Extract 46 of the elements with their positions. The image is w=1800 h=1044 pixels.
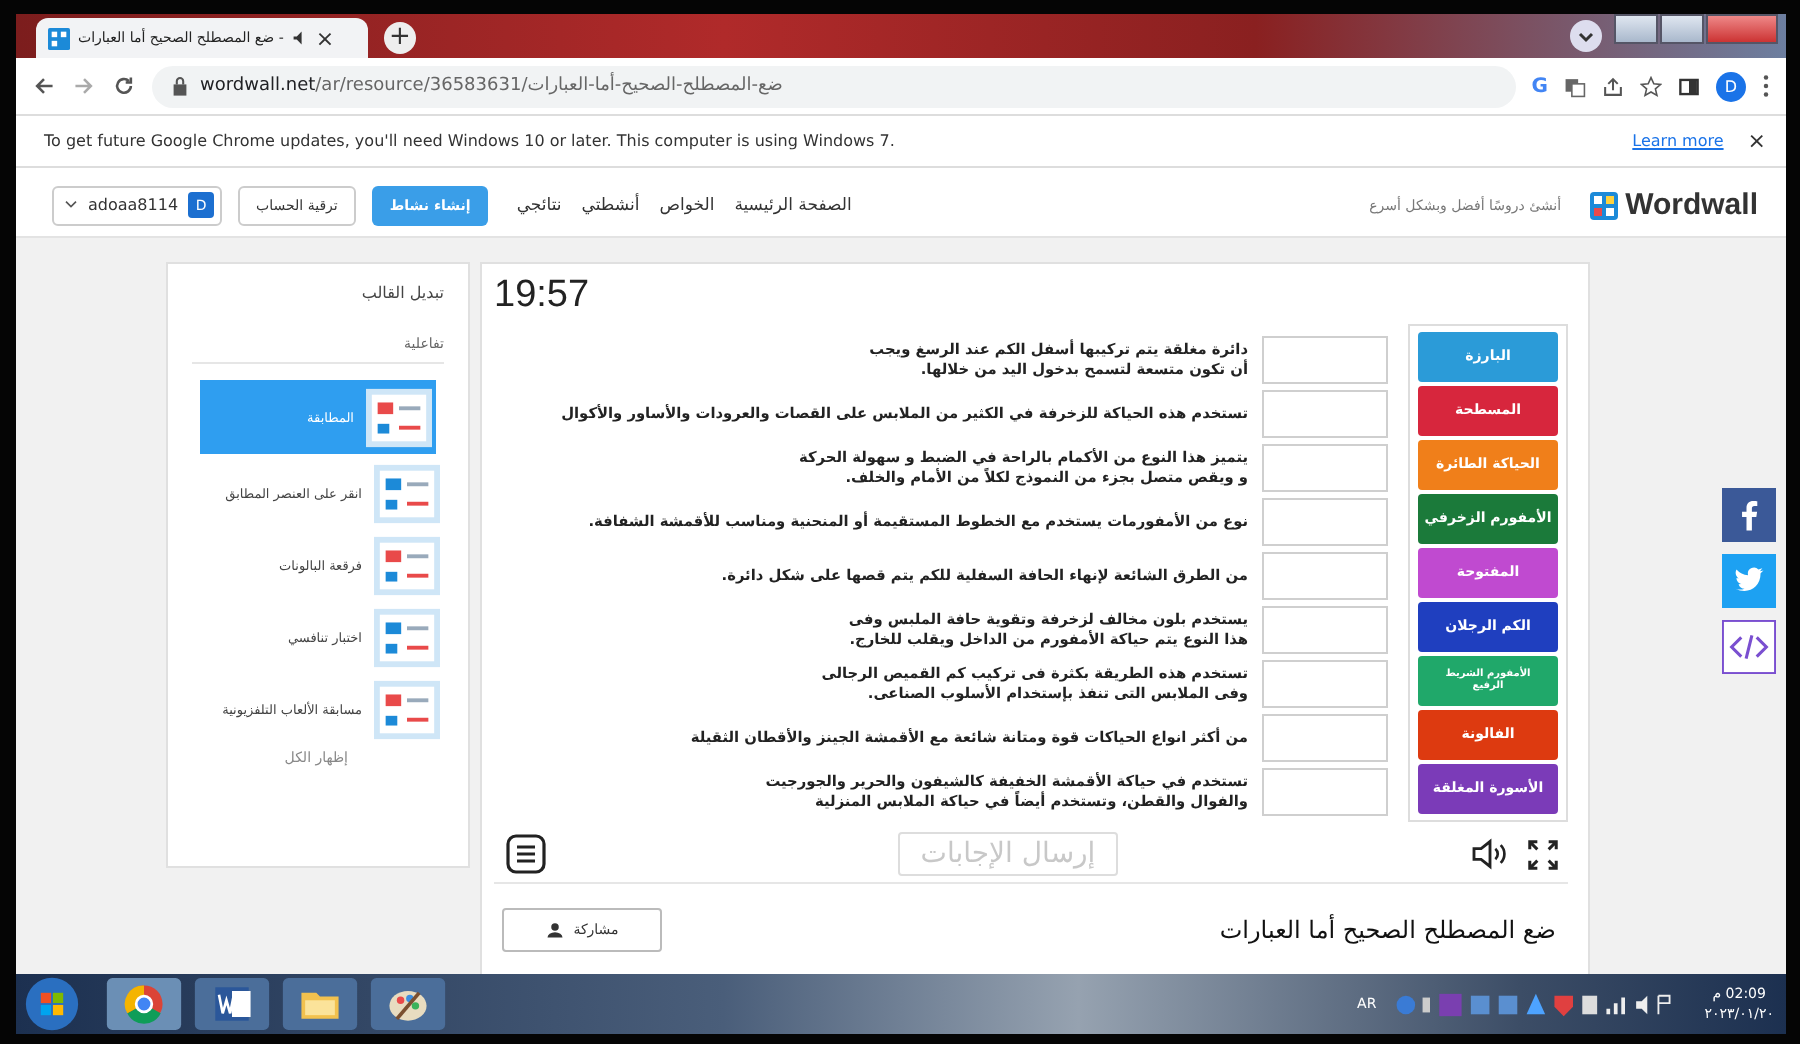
side-panel-icon[interactable] [1678, 75, 1700, 97]
template-thumbnail-icon [374, 535, 440, 595]
wordwall-favicon-icon [48, 27, 70, 49]
caret-icon [64, 200, 78, 210]
sidebar-title: تبديل القالب [359, 284, 446, 302]
window-controls[interactable] [1614, 14, 1778, 44]
template-thumbnail-icon [374, 679, 440, 739]
back-icon[interactable] [32, 74, 56, 98]
menu-icon[interactable] [506, 834, 546, 874]
start-button[interactable] [24, 976, 80, 1032]
paint-taskbar-icon[interactable] [368, 978, 448, 1030]
close-tab-button[interactable]: × [315, 27, 335, 49]
nav-link[interactable]: نتائجي [516, 195, 562, 215]
learn-more-link[interactable]: Learn more [1632, 132, 1724, 150]
translate-icon[interactable] [1564, 75, 1586, 97]
star-icon[interactable] [1640, 75, 1662, 97]
lock-icon [172, 76, 188, 96]
activity-title: ضع المصطلح الصحيح أما العبارات [1219, 916, 1556, 944]
sound-icon[interactable] [1470, 838, 1510, 870]
word-taskbar-icon[interactable] [192, 978, 272, 1030]
user-icon [545, 922, 564, 938]
logo-text: Wordwall [1625, 188, 1758, 222]
share-icon[interactable] [1602, 75, 1624, 97]
new-tab-button[interactable]: + [384, 22, 416, 54]
folder-taskbar-icon[interactable] [280, 978, 360, 1030]
reload-icon[interactable] [112, 74, 136, 98]
template-thumbnail-icon [366, 387, 432, 447]
facebook-share-icon[interactable] [1722, 488, 1776, 542]
logo-icon [1589, 191, 1618, 219]
nav-link[interactable]: أنشطتي [581, 195, 640, 215]
tab-search-icon[interactable] [1570, 20, 1602, 52]
template-thumbnail-icon [374, 607, 440, 667]
google-icon[interactable]: G [1531, 75, 1548, 97]
profile-avatar[interactable]: D [1716, 71, 1746, 101]
close-button[interactable]: × [1747, 128, 1766, 154]
twitter-share-icon[interactable] [1722, 554, 1776, 608]
update-message: To get future Google Chrome updates, you'll need Windows 10 or later. This computer is using Windows 7. [44, 132, 895, 150]
speaker-icon [291, 30, 308, 46]
fullscreen-icon[interactable] [1526, 837, 1560, 871]
nav-link[interactable]: الخواص [659, 195, 715, 215]
timer: 19:57 [494, 276, 592, 316]
embed-icon[interactable] [1722, 620, 1776, 674]
nav-link[interactable]: الصفحة الرئيسية [734, 195, 852, 215]
menu-icon[interactable] [1762, 74, 1770, 98]
template-thumbnail-icon [374, 463, 440, 523]
chrome-taskbar-icon[interactable] [104, 978, 184, 1030]
